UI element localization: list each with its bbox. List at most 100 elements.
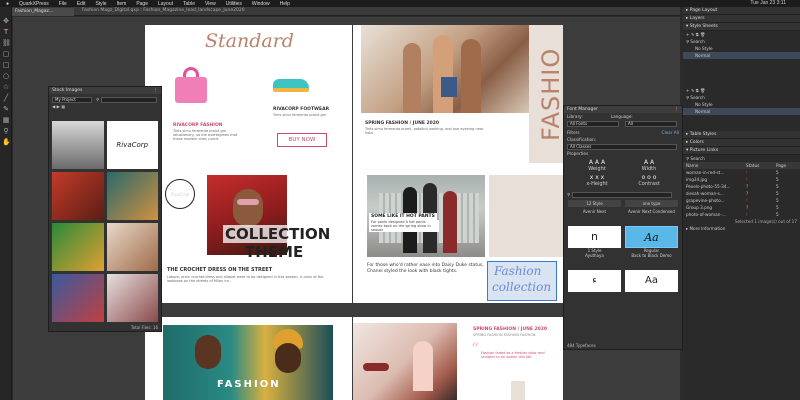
font-card-selected[interactable]: Aa Regular Back to Black Demo bbox=[625, 226, 678, 266]
picture-link-row[interactable]: img34.jpg! 5 bbox=[683, 176, 800, 183]
item-tool-icon[interactable]: ✥ bbox=[2, 17, 10, 25]
classification-select[interactable]: All Classes bbox=[567, 143, 677, 150]
stock-thumbnail-rivacorp-logo[interactable]: RivaCorp bbox=[106, 121, 158, 169]
picture-link-row[interactable]: woman-in-red-st...! 5 bbox=[683, 169, 800, 176]
stock-thumbnail[interactable] bbox=[52, 223, 104, 271]
library-select[interactable]: All Fonts bbox=[567, 120, 619, 127]
page-spread-3-left[interactable]: FASHION bbox=[145, 317, 352, 400]
search-icon[interactable]: ⚲ bbox=[96, 97, 99, 102]
stock-search-input[interactable] bbox=[101, 96, 158, 103]
language-select[interactable]: All bbox=[625, 120, 677, 127]
menu-window[interactable]: Window bbox=[252, 1, 270, 7]
add-style-icon[interactable]: + bbox=[686, 88, 690, 93]
menu-layout[interactable]: Layout bbox=[158, 1, 173, 7]
menu-page[interactable]: Page bbox=[136, 1, 148, 7]
search-icon[interactable]: ⚲ bbox=[567, 192, 570, 197]
menu-help[interactable]: Help bbox=[280, 1, 290, 7]
weight-filter[interactable]: A A A Weight bbox=[572, 159, 622, 172]
char-style-item-selected[interactable]: Normal bbox=[683, 108, 800, 115]
menu-view[interactable]: View bbox=[205, 1, 216, 7]
edit-style-icon[interactable]: ✎ bbox=[691, 32, 695, 37]
font-card[interactable]: ء bbox=[568, 270, 621, 294]
link-tool-icon[interactable]: ⛓ bbox=[2, 39, 11, 47]
table-styles-section[interactable]: ▸ Table Styles bbox=[683, 131, 800, 139]
page-spread-1-right[interactable]: FASHIO SPRING FASHION / JUNE 2020 Trnts … bbox=[353, 25, 563, 165]
more-information-toggle[interactable]: ▸ More Information bbox=[683, 225, 800, 232]
font-card[interactable]: Aa bbox=[625, 270, 678, 294]
project-dropdown[interactable]: My Project bbox=[52, 96, 92, 103]
page-layout-section[interactable]: ▸ Page Layout bbox=[683, 7, 800, 15]
edit-style-icon[interactable]: ✎ bbox=[691, 88, 695, 93]
page-spread-3-right[interactable]: SPRING FASHION / JUNE 2020 SPRING FASHIO… bbox=[353, 317, 563, 400]
menu-file[interactable]: File bbox=[59, 1, 67, 7]
picture-links-section[interactable]: ▾ Picture Links bbox=[683, 147, 800, 155]
star-tool-icon[interactable]: ☆ bbox=[2, 83, 10, 91]
picture-link-row[interactable]: photo-of-woman-...! 5 bbox=[683, 211, 800, 218]
xheight-filter[interactable]: x x x x-Height bbox=[572, 174, 622, 187]
document-tab[interactable]: Fashion_Magaz... bbox=[12, 8, 74, 16]
font-card[interactable]: n1 Style Ayuthaya bbox=[568, 226, 621, 266]
buy-now-button[interactable]: BUY NOW bbox=[277, 133, 327, 147]
search-icon[interactable]: ⚲ bbox=[686, 39, 689, 44]
search-icon[interactable]: ⚲ bbox=[686, 95, 689, 100]
panel-menu-icon[interactable]: ⋮ bbox=[675, 107, 680, 112]
contrast-filter[interactable]: o o o Contrast bbox=[624, 174, 674, 187]
stock-thumbnail[interactable] bbox=[106, 172, 158, 220]
picture-tool-icon[interactable]: ▢ bbox=[2, 50, 10, 58]
text-tool-icon[interactable]: T bbox=[2, 28, 10, 36]
stock-thumbnail[interactable] bbox=[52, 121, 104, 169]
stock-thumbnail[interactable] bbox=[52, 172, 104, 220]
picture-link-row[interactable]: ziesah-woman-s...? 5 bbox=[683, 190, 800, 197]
table-tool-icon[interactable]: ▦ bbox=[2, 116, 10, 124]
style-item-selected[interactable]: Normal bbox=[683, 52, 800, 59]
menu-utilities[interactable]: Utilities bbox=[226, 1, 242, 7]
add-style-icon[interactable]: + bbox=[686, 32, 690, 37]
hand-tool-icon[interactable]: ✋ bbox=[2, 138, 11, 146]
colors-section[interactable]: ▸ Colors bbox=[683, 139, 800, 147]
delete-style-icon[interactable]: 🗑 bbox=[700, 88, 705, 94]
stock-thumbnail[interactable] bbox=[106, 274, 158, 322]
picture-link-row[interactable]: grapevine-photo...! 5 bbox=[683, 197, 800, 204]
layers-section[interactable]: ▸ Layers bbox=[683, 15, 800, 23]
stock-thumbnail[interactable] bbox=[52, 274, 104, 322]
back-icon[interactable]: ◀ bbox=[52, 104, 55, 109]
style-search-input[interactable]: Search bbox=[690, 39, 704, 44]
apple-icon[interactable]: ● bbox=[6, 1, 9, 7]
picture-link-row[interactable]: Group 3.png? 5 bbox=[683, 204, 800, 211]
menu-app[interactable]: QuarkXPress bbox=[19, 1, 49, 7]
duplicate-style-icon[interactable]: ⧉ bbox=[696, 88, 699, 93]
menu-style[interactable]: Style bbox=[95, 1, 106, 7]
char-style-item[interactable]: No Style bbox=[683, 101, 800, 108]
picture-links-search-input[interactable]: Search bbox=[690, 156, 704, 161]
page-spread-1-left[interactable]: Standard RIVACORP FASHION Trnts simu fer… bbox=[145, 25, 352, 165]
font-card[interactable]: one type Avenir Next Condensed bbox=[625, 200, 678, 222]
search-icon[interactable]: ⚲ bbox=[686, 156, 689, 161]
line-tool-icon[interactable]: ╱ bbox=[2, 94, 10, 102]
zoom-tool-icon[interactable]: ⚲ bbox=[2, 127, 10, 135]
char-style-search-input[interactable]: Search bbox=[690, 95, 704, 100]
style-sheets-section[interactable]: ▾ Style Sheets bbox=[683, 23, 800, 31]
delete-style-icon[interactable]: 🗑 bbox=[700, 32, 705, 38]
page-spread-2-left[interactable]: RivaCorp COLLECTION THEME THE CROCHET DR… bbox=[145, 163, 352, 303]
picture-link-row[interactable]: Pexels-photo-55-34...? 5 bbox=[683, 183, 800, 190]
stock-images-panel[interactable]: Stock Images ⋮ My Project ⚲ ◀ ▶ ▦ RivaCor… bbox=[48, 86, 162, 332]
duplicate-style-icon[interactable]: ⧉ bbox=[696, 32, 699, 37]
forward-icon[interactable]: ▶ bbox=[57, 104, 60, 109]
rect-tool-icon[interactable]: □ bbox=[2, 61, 10, 69]
fashion-collection-textbox[interactable]: Fashion collection bbox=[487, 261, 557, 301]
style-item[interactable]: No Style bbox=[683, 45, 800, 52]
filters-toggle[interactable]: Filters bbox=[567, 130, 580, 135]
font-search-input[interactable] bbox=[572, 191, 673, 198]
page-spread-2-right[interactable]: SOME LIKE IT HOT PANTS For pants designe… bbox=[353, 163, 563, 303]
font-manager-panel[interactable]: Font Manager ⋮ Library: Language: All Font… bbox=[563, 105, 683, 350]
menu-item[interactable]: Item bbox=[117, 1, 127, 7]
menu-edit[interactable]: Edit bbox=[77, 1, 86, 7]
panel-menu-icon[interactable]: ⋮ bbox=[154, 88, 159, 93]
width-filter[interactable]: A A Width bbox=[624, 159, 674, 172]
menu-table[interactable]: Table bbox=[183, 1, 195, 7]
pen-tool-icon[interactable]: ✎ bbox=[2, 105, 10, 113]
clear-all-link[interactable]: Clear All bbox=[662, 130, 679, 135]
grid-view-icon[interactable]: ▦ bbox=[61, 104, 65, 109]
stock-thumbnail[interactable] bbox=[106, 223, 158, 271]
font-card[interactable]: 12 Style Avenir Next bbox=[568, 200, 621, 222]
